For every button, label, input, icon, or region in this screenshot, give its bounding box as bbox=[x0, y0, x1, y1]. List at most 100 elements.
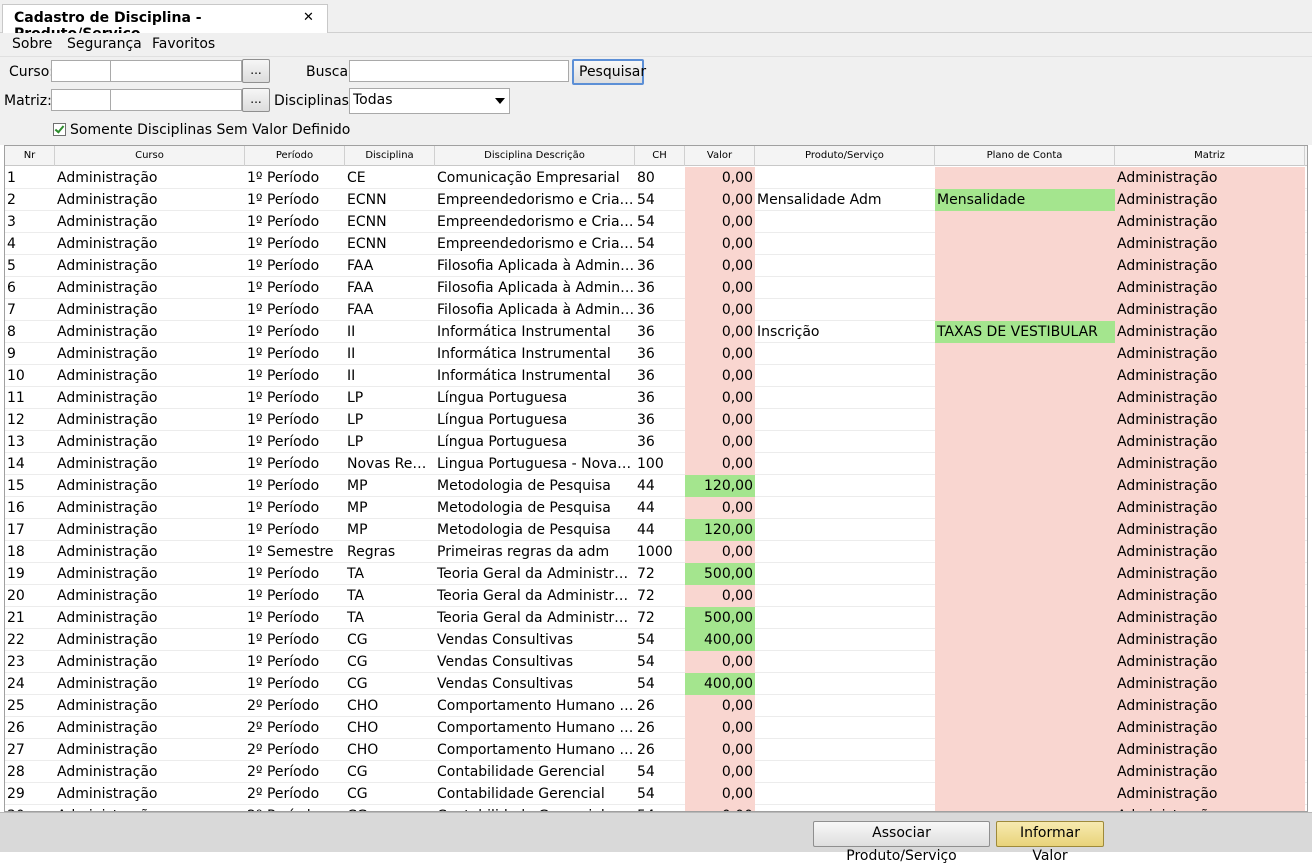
cell-curso: Administração bbox=[57, 346, 158, 362]
cell-plano-de-conta bbox=[935, 343, 1115, 365]
cell-ch: 36 bbox=[637, 434, 655, 450]
table-row[interactable]: 22 Administração 1º Período CG Vendas Consul… bbox=[5, 629, 1307, 651]
table-row[interactable]: 29 Administração 2º Período CG Contabilidade… bbox=[5, 783, 1307, 805]
cell-plano-de-conta: Mensalidade bbox=[935, 189, 1115, 211]
cell-disciplina: ECNN bbox=[347, 214, 387, 230]
disciplinas-grid[interactable]: Nr Curso Período Disciplina Disciplina Descr… bbox=[4, 145, 1308, 812]
cell-plano-de-conta bbox=[935, 211, 1115, 233]
table-row[interactable]: 15 Administração 1º Período MP Metodologia d… bbox=[5, 475, 1307, 497]
cell-curso: Administração bbox=[57, 258, 158, 274]
cell-plano-de-conta bbox=[935, 299, 1115, 321]
table-row[interactable]: 3 Administração 1º Período ECNN Empreendedor… bbox=[5, 211, 1307, 233]
cell-matriz: Administração bbox=[1115, 167, 1305, 189]
cell-valor: 0,00 bbox=[685, 211, 755, 233]
cell-disciplina: II bbox=[347, 324, 356, 340]
cell-curso: Administração bbox=[57, 500, 158, 516]
table-row[interactable]: 12 Administração 1º Período LP Língua Portug… bbox=[5, 409, 1307, 431]
cell-nr: 19 bbox=[7, 566, 25, 582]
column-header-periodo[interactable]: Período bbox=[245, 146, 345, 166]
table-row[interactable]: 28 Administração 2º Período CG Contabilidade… bbox=[5, 761, 1307, 783]
matriz-lookup-button[interactable]: ... bbox=[242, 88, 270, 112]
cell-ch: 72 bbox=[637, 610, 655, 626]
busca-input[interactable] bbox=[349, 60, 569, 82]
cell-valor: 0,00 bbox=[685, 453, 755, 475]
cell-nr: 14 bbox=[7, 456, 25, 472]
table-row[interactable]: 14 Administração 1º Período Novas Regras Lin… bbox=[5, 453, 1307, 475]
table-row[interactable]: 19 Administração 1º Período TA Teoria Geral … bbox=[5, 563, 1307, 585]
column-header-disciplina-descricao[interactable]: Disciplina Descrição bbox=[435, 146, 635, 166]
table-row[interactable]: 8 Administração 1º Período II Informática In… bbox=[5, 321, 1307, 343]
table-row[interactable]: 1 Administração 1º Período CE Comunicação Em… bbox=[5, 167, 1307, 189]
cell-plano-de-conta bbox=[935, 453, 1115, 475]
cell-disciplina-descricao: Comunicação Empresarial bbox=[437, 170, 620, 186]
table-row[interactable]: 25 Administração 2º Período CHO Comportament… bbox=[5, 695, 1307, 717]
column-header-matriz[interactable]: Matriz bbox=[1115, 146, 1305, 166]
cell-matriz: Administração bbox=[1115, 475, 1305, 497]
somente-checkbox[interactable] bbox=[53, 123, 66, 136]
tab-cadastro-disciplina[interactable]: Cadastro de Disciplina - Produto/Serviço… bbox=[2, 4, 328, 42]
cell-ch: 36 bbox=[637, 368, 655, 384]
table-row[interactable]: 18 Administração 1º Semestre Regras Primeira… bbox=[5, 541, 1307, 563]
cell-matriz: Administração bbox=[1115, 409, 1305, 431]
cell-disciplina-descricao: Vendas Consultivas bbox=[437, 632, 573, 648]
table-row[interactable]: 23 Administração 1º Período CG Vendas Consul… bbox=[5, 651, 1307, 673]
column-header-valor[interactable]: Valor bbox=[685, 146, 755, 166]
checkmark-icon bbox=[54, 123, 65, 134]
table-row[interactable]: 5 Administração 1º Período FAA Filosofia Apl… bbox=[5, 255, 1307, 277]
associar-produto-button[interactable]: Associar Produto/Serviço bbox=[813, 821, 990, 864]
cell-plano-de-conta bbox=[935, 563, 1115, 585]
table-row[interactable]: 17 Administração 1º Período MP Metodologia d… bbox=[5, 519, 1307, 541]
column-header-curso[interactable]: Curso bbox=[55, 146, 245, 166]
table-row[interactable]: 7 Administração 1º Período FAA Filosofia Apl… bbox=[5, 299, 1307, 321]
cell-periodo: 2º Período bbox=[247, 786, 320, 802]
cell-ch: 44 bbox=[637, 522, 655, 538]
menu-favoritos[interactable]: Favoritos bbox=[152, 36, 215, 52]
table-row[interactable]: 26 Administração 2º Período CHO Comportament… bbox=[5, 717, 1307, 739]
column-header-nr[interactable]: Nr bbox=[5, 146, 55, 166]
column-header-plano-de-conta[interactable]: Plano de Conta bbox=[935, 146, 1115, 166]
table-row[interactable]: 2 Administração 1º Período ECNN Empreendedor… bbox=[5, 189, 1307, 211]
table-row[interactable]: 16 Administração 1º Período MP Metodologia d… bbox=[5, 497, 1307, 519]
cell-nr: 23 bbox=[7, 654, 25, 670]
cell-matriz: Administração bbox=[1115, 211, 1305, 233]
matriz-code-input[interactable] bbox=[51, 89, 111, 111]
column-header-ch[interactable]: CH bbox=[635, 146, 685, 166]
table-row[interactable]: 24 Administração 1º Período CG Vendas Consul… bbox=[5, 673, 1307, 695]
cell-matriz: Administração bbox=[1115, 739, 1305, 761]
table-row[interactable]: 4 Administração 1º Período ECNN Empreendedor… bbox=[5, 233, 1307, 255]
cell-produto-servico bbox=[755, 805, 935, 811]
cell-disciplina-descricao: Vendas Consultivas bbox=[437, 654, 573, 670]
cell-ch: 54 bbox=[635, 805, 685, 811]
curso-name-input[interactable] bbox=[110, 60, 242, 82]
cell-disciplina: MP bbox=[347, 522, 368, 538]
matriz-name-input[interactable] bbox=[110, 89, 242, 111]
table-row[interactable]: 30Administração2º PeríodoCGContabilidade… bbox=[5, 805, 1307, 811]
column-header-produto-servico[interactable]: Produto/Serviço bbox=[755, 146, 935, 166]
table-row[interactable]: 27 Administração 2º Período CHO Comportament… bbox=[5, 739, 1307, 761]
table-row[interactable]: 20 Administração 1º Período TA Teoria Geral … bbox=[5, 585, 1307, 607]
informar-valor-button[interactable]: Informar Valor bbox=[996, 821, 1104, 864]
cell-matriz: Administração bbox=[1115, 299, 1305, 321]
table-row[interactable]: 11 Administração 1º Período LP Língua Portug… bbox=[5, 387, 1307, 409]
cell-matriz: Administração bbox=[1115, 607, 1305, 629]
cell-valor: 0,00 bbox=[685, 299, 755, 321]
pesquisar-button[interactable]: Pesquisar bbox=[572, 59, 646, 85]
cell-valor: 120,00 bbox=[685, 475, 755, 497]
cell-ch: 26 bbox=[637, 742, 655, 758]
cell-valor: 0,00 bbox=[685, 409, 755, 431]
table-row[interactable]: 10 Administração 1º Período II Informática I… bbox=[5, 365, 1307, 387]
cell-periodo: 1º Período bbox=[247, 588, 320, 604]
curso-code-input[interactable] bbox=[51, 60, 111, 82]
disciplinas-select[interactable]: Todas bbox=[349, 88, 510, 114]
close-icon[interactable]: ✕ bbox=[303, 10, 314, 25]
table-row[interactable]: 9 Administração 1º Período II Informática In… bbox=[5, 343, 1307, 365]
filter-panel: Curso: ... Busca: Pesquisar Matriz: ... … bbox=[0, 57, 1312, 145]
menu-sobre[interactable]: Sobre bbox=[12, 36, 52, 52]
menu-seguranca[interactable]: Segurança bbox=[67, 36, 142, 52]
curso-lookup-button[interactable]: ... bbox=[242, 59, 270, 83]
table-row[interactable]: 6 Administração 1º Período FAA Filosofia Apl… bbox=[5, 277, 1307, 299]
cell-matriz: Administração bbox=[1115, 189, 1305, 211]
table-row[interactable]: 13 Administração 1º Período LP Língua Portug… bbox=[5, 431, 1307, 453]
table-row[interactable]: 21 Administração 1º Período TA Teoria Geral … bbox=[5, 607, 1307, 629]
column-header-disciplina[interactable]: Disciplina bbox=[345, 146, 435, 166]
